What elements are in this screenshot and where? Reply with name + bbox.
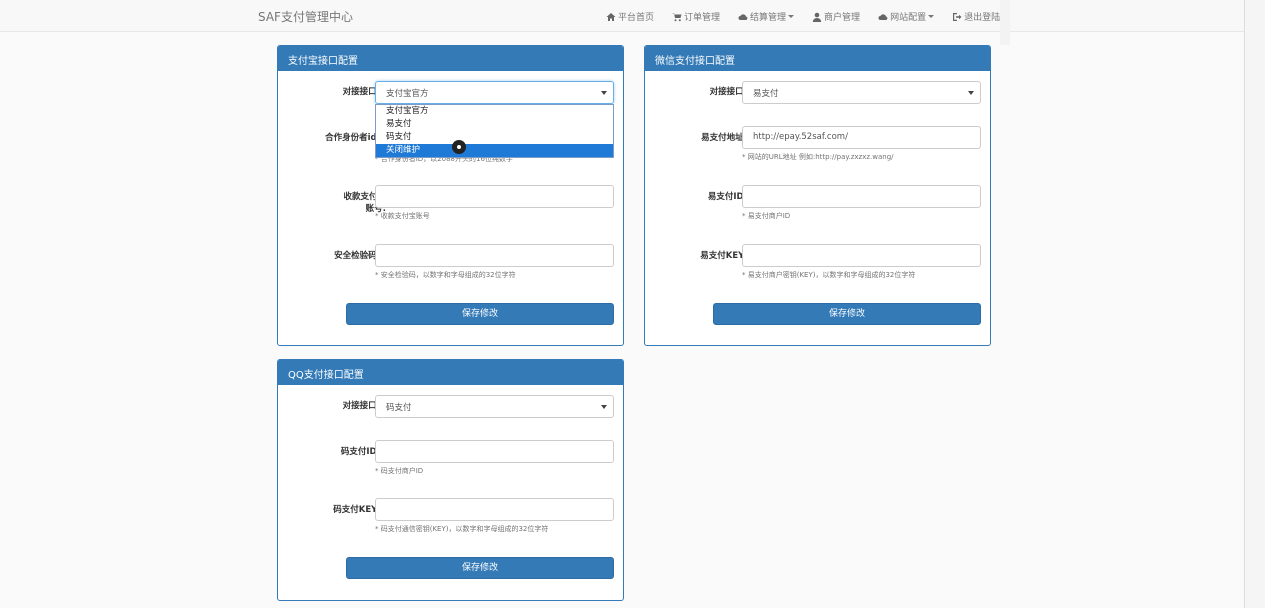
wechat-interface-label: 对接接口: bbox=[709, 87, 747, 97]
wechat-key-input[interactable] bbox=[742, 244, 981, 267]
selected-value: 支付宝官方 bbox=[386, 89, 429, 99]
wechat-url-help: * 网站的URL地址 例如:http://pay.zxzxz.wang/ bbox=[742, 153, 894, 161]
qq-interface-label: 对接接口: bbox=[342, 401, 380, 411]
nav-label: 平台首页 bbox=[618, 13, 655, 23]
alipay-save-button[interactable]: 保存修改 bbox=[346, 303, 614, 325]
wechat-id-help: * 易支付商户ID bbox=[742, 212, 791, 220]
logout-icon bbox=[953, 12, 962, 21]
chevron-down-icon bbox=[928, 15, 935, 18]
qq-save-button[interactable]: 保存修改 bbox=[346, 557, 614, 579]
wechat-id-input[interactable] bbox=[742, 185, 981, 208]
qq-config-panel: QQ支付接口配置 对接接口: 码支付 码支付ID: * 码支付商户ID 码支付K… bbox=[277, 359, 624, 601]
dropdown-option-highlighted[interactable]: 关闭维护 bbox=[376, 144, 613, 157]
alipay-interface-dropdown: 支付宝官方 易支付 码支付 关闭维护 bbox=[375, 104, 614, 158]
cart-icon bbox=[672, 12, 682, 21]
inner-scrollbar[interactable] bbox=[1000, 0, 1010, 45]
alipay-account-input[interactable] bbox=[375, 185, 614, 208]
nav-item-merchants[interactable]: 商户管理 bbox=[812, 10, 860, 23]
wechat-interface-select[interactable]: 易支付 bbox=[742, 81, 981, 104]
alipay-key-label: 安全检验码: bbox=[334, 251, 380, 261]
qq-key-label: 码支付KEY: bbox=[333, 505, 380, 515]
wechat-config-panel: 微信支付接口配置 对接接口: 易支付 易支付地址: http://epay.52… bbox=[644, 45, 991, 346]
nav-item-settlement[interactable]: 结算管理 bbox=[738, 10, 795, 23]
qq-id-input[interactable] bbox=[375, 440, 614, 463]
alipay-key-input[interactable] bbox=[375, 244, 614, 267]
alipay-key-help: * 安全检验码，以数字和字母组成的32位字符 bbox=[375, 271, 516, 279]
wechat-url-input[interactable]: http://epay.52saf.com/ bbox=[742, 126, 981, 149]
qq-interface-select[interactable]: 码支付 bbox=[375, 395, 614, 418]
alipay-partner-label: 合作身份者id: bbox=[325, 133, 380, 143]
wechat-panel-title: 微信支付接口配置 bbox=[645, 46, 990, 71]
cloud-icon bbox=[738, 13, 748, 20]
user-icon bbox=[812, 12, 822, 22]
nav-label: 网站配置 bbox=[890, 13, 927, 23]
wechat-id-label: 易支付ID: bbox=[707, 192, 747, 202]
dropdown-option[interactable]: 码支付 bbox=[376, 131, 613, 144]
wechat-url-label: 易支付地址: bbox=[701, 133, 747, 143]
alipay-account-help: * 收款支付宝账号 bbox=[375, 212, 430, 220]
alipay-interface-select[interactable]: 支付宝官方 bbox=[375, 81, 614, 104]
cloud-icon bbox=[878, 13, 888, 20]
nav-label: 商户管理 bbox=[824, 13, 861, 23]
qq-id-help: * 码支付商户ID bbox=[375, 467, 424, 475]
mouse-cursor-icon bbox=[452, 140, 466, 154]
nav-item-site-config[interactable]: 网站配置 bbox=[878, 10, 935, 23]
nav-label: 退出登陆 bbox=[964, 13, 1001, 23]
nav-item-orders[interactable]: 订单管理 bbox=[672, 10, 720, 23]
alipay-config-panel: 支付宝接口配置 对接接口: 支付宝官方 支付宝官方 易支付 码支付 关闭维护 合… bbox=[277, 45, 624, 346]
selected-value: 码支付 bbox=[386, 403, 412, 413]
alipay-panel-title: 支付宝接口配置 bbox=[278, 46, 623, 71]
qq-key-help: * 码支付通信密钥(KEY)，以数字和字母组成的32位字符 bbox=[375, 525, 549, 533]
nav-item-home[interactable]: 平台首页 bbox=[606, 10, 654, 23]
wechat-key-label: 易支付KEY: bbox=[700, 251, 747, 261]
selected-value: 易支付 bbox=[753, 89, 779, 99]
brand-title[interactable]: SAF支付管理中心 bbox=[258, 8, 353, 25]
alipay-interface-label: 对接接口: bbox=[342, 87, 380, 97]
top-navbar: SAF支付管理中心 平台首页 订单管理 结算管理 商户管理 网站配置 退出登陆 bbox=[0, 0, 1265, 32]
qq-id-label: 码支付ID: bbox=[340, 447, 380, 457]
chevron-down-icon bbox=[788, 15, 795, 18]
nav-label: 结算管理 bbox=[750, 13, 787, 23]
home-icon bbox=[606, 12, 616, 21]
qq-panel-title: QQ支付接口配置 bbox=[278, 360, 623, 385]
qq-key-input[interactable] bbox=[375, 498, 614, 521]
dropdown-option[interactable]: 支付宝官方 bbox=[376, 105, 613, 118]
page-scrollbar[interactable] bbox=[1244, 0, 1265, 608]
dropdown-option[interactable]: 易支付 bbox=[376, 118, 613, 131]
nav-label: 订单管理 bbox=[684, 13, 721, 23]
wechat-key-help: * 易支付商户密钥(KEY)，以数字和字母组成的32位字符 bbox=[742, 271, 916, 279]
nav-item-logout[interactable]: 退出登陆 bbox=[952, 10, 1000, 23]
main-nav: 平台首页 订单管理 结算管理 商户管理 网站配置 退出登陆 bbox=[606, 10, 1018, 23]
wechat-save-button[interactable]: 保存修改 bbox=[713, 303, 981, 325]
